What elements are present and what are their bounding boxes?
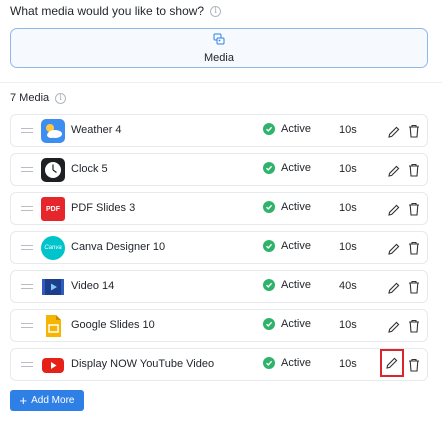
clock-icon [41, 158, 65, 182]
duration-value: 10s [339, 358, 357, 370]
check-icon [263, 318, 275, 330]
status-badge: Active [263, 240, 311, 252]
list-item[interactable]: Display NOW YouTube Video Active 10s [10, 348, 428, 381]
check-icon [263, 162, 275, 174]
list-item[interactable]: Canva Canva Designer 10 Active 10s [10, 231, 428, 264]
youtube-icon [41, 353, 65, 377]
google-slides-icon [41, 314, 65, 338]
list-item[interactable]: Video 14 Active 40s [10, 270, 428, 303]
check-icon [263, 201, 275, 213]
info-icon[interactable]: i [55, 92, 67, 104]
status-label: Active [281, 123, 311, 135]
item-name: Weather 4 [71, 124, 122, 136]
drag-handle-icon[interactable] [21, 323, 33, 328]
add-more-button[interactable]: + Add More [10, 390, 84, 411]
drag-handle-icon[interactable] [21, 362, 33, 367]
question-label: What media would you like to show? [10, 4, 205, 18]
edit-icon[interactable] [385, 279, 403, 297]
list-item[interactable]: PDF PDF Slides 3 Active 10s [10, 192, 428, 225]
drag-handle-icon[interactable] [21, 206, 33, 211]
trash-icon[interactable] [407, 279, 421, 295]
canva-icon: Canva [41, 236, 65, 260]
item-name: Display NOW YouTube Video [71, 358, 215, 370]
status-label: Active [281, 279, 311, 291]
media-tile-label: Media [204, 52, 234, 64]
list-item[interactable]: Weather 4 Active 10s [10, 114, 428, 147]
status-badge: Active [263, 279, 311, 291]
check-icon [263, 123, 275, 135]
media-list: Weather 4 Active 10s Clock 5 Active 10s … [10, 114, 428, 387]
info-icon[interactable]: i [210, 5, 222, 17]
media-type-tile[interactable]: Media [10, 28, 428, 68]
trash-icon[interactable] [407, 123, 421, 139]
edit-icon[interactable] [385, 318, 403, 336]
trash-icon[interactable] [407, 318, 421, 334]
pdf-icon: PDF [41, 197, 65, 221]
duration-value: 10s [339, 163, 357, 175]
canva-icon-label: Canva [44, 245, 62, 251]
edit-icon[interactable] [385, 201, 403, 219]
add-more-label: Add More [31, 395, 75, 406]
status-label: Active [281, 318, 311, 330]
item-name: PDF Slides 3 [71, 202, 136, 214]
drag-handle-icon[interactable] [21, 245, 33, 250]
status-badge: Active [263, 123, 311, 135]
edit-icon[interactable] [385, 123, 403, 141]
list-item[interactable]: Google Slides 10 Active 10s [10, 309, 428, 342]
plus-icon: + [19, 393, 28, 408]
trash-icon[interactable] [407, 357, 421, 373]
status-label: Active [281, 162, 311, 174]
trash-icon[interactable] [407, 240, 421, 256]
item-name: Video 14 [71, 280, 115, 292]
duration-value: 10s [339, 319, 357, 331]
section-divider [0, 82, 442, 83]
status-label: Active [281, 357, 311, 369]
trash-icon[interactable] [407, 201, 421, 217]
status-badge: Active [263, 357, 311, 369]
weather-icon [41, 119, 65, 143]
list-item[interactable]: Clock 5 Active 10s [10, 153, 428, 186]
item-name: Clock 5 [71, 163, 108, 175]
media-icon [213, 32, 225, 50]
item-name: Canva Designer 10 [71, 241, 166, 253]
status-badge: Active [263, 201, 311, 213]
duration-value: 10s [339, 202, 357, 214]
edit-icon[interactable] [385, 240, 403, 258]
check-icon [263, 279, 275, 291]
trash-icon[interactable] [407, 162, 421, 178]
media-count: 7 Media i [10, 92, 67, 104]
duration-value: 10s [339, 124, 357, 136]
video-icon [41, 275, 65, 299]
check-icon [263, 240, 275, 252]
media-question: What media would you like to show? i [10, 4, 222, 18]
media-count-label: 7 Media [10, 92, 50, 104]
pdf-icon-label: PDF [46, 205, 60, 213]
drag-handle-icon[interactable] [21, 128, 33, 133]
duration-value: 40s [339, 280, 357, 292]
drag-handle-icon[interactable] [21, 284, 33, 289]
status-label: Active [281, 201, 311, 213]
item-name: Google Slides 10 [71, 319, 155, 331]
status-badge: Active [263, 318, 311, 330]
edit-icon[interactable] [380, 349, 404, 377]
edit-icon[interactable] [385, 162, 403, 180]
status-badge: Active [263, 162, 311, 174]
duration-value: 10s [339, 241, 357, 253]
status-label: Active [281, 240, 311, 252]
drag-handle-icon[interactable] [21, 167, 33, 172]
check-icon [263, 357, 275, 369]
